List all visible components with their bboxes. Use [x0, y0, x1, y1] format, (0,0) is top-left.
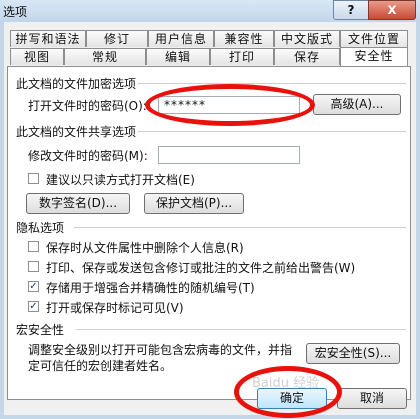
privacy-checkbox[interactable]: ✓ [28, 281, 39, 292]
macro-description-line1: 调整安全级别以打开可能包含宏病毒的文件，并指 [28, 343, 293, 357]
cancel-button[interactable]: 取消 [337, 388, 407, 409]
macro-description-line2: 定可信任的宏创建者姓名。 [28, 359, 173, 373]
advanced-button[interactable]: 高级(A)... [313, 94, 401, 115]
divider [74, 227, 406, 228]
protect-document-button[interactable]: 保护文档(P)... [144, 193, 244, 214]
watermark: Baidu 经验 [252, 376, 320, 391]
privacy-option-label: 打开或保存时标记可见(V) [46, 301, 184, 315]
privacy-option-label: 存储用于增强合并精确性的随机编号(T) [46, 281, 255, 295]
divider [138, 83, 406, 84]
macro-heading: 宏安全性 [16, 323, 65, 337]
modify-password-label: 修改文件时的密码(M): [28, 149, 148, 163]
tab-user-info[interactable]: 用户信息 [148, 30, 214, 47]
tab-file-locations[interactable]: 文件位置 [340, 30, 408, 47]
modify-password-field[interactable] [158, 146, 300, 164]
privacy-checkbox[interactable] [28, 261, 39, 272]
open-password-label: 打开文件时的密码(O): [28, 99, 147, 113]
encrypt-heading: 此文档的文件加密选项 [16, 77, 137, 91]
tab-compatibility[interactable]: 兼容性 [214, 30, 274, 47]
macro-security-button[interactable]: 宏安全性(S)... [306, 343, 400, 364]
security-panel: 此文档的文件加密选项 打开文件时的密码(O): ****** 高级(A)... … [7, 66, 411, 400]
tab-asian-typography[interactable]: 中文版式 [274, 30, 340, 47]
help-button[interactable]: ? [333, 0, 369, 20]
tab-spelling-grammar[interactable]: 拼写和语法 [10, 30, 86, 47]
ok-button[interactable]: 确定 [257, 388, 327, 409]
divider [76, 329, 406, 330]
privacy-checkbox[interactable]: ✓ [28, 301, 39, 312]
tab-view[interactable]: 视图 [10, 48, 64, 65]
open-password-field[interactable]: ****** [158, 96, 300, 114]
tab-general[interactable]: 常规 [64, 48, 146, 65]
title-bar: 选项 ? X [0, 0, 420, 22]
divider [138, 131, 406, 132]
privacy-heading: 隐私选项 [16, 221, 65, 235]
privacy-checkbox[interactable] [28, 241, 39, 252]
share-heading: 此文档的文件共享选项 [16, 125, 137, 139]
tab-edit[interactable]: 编辑 [146, 48, 210, 65]
window-title: 选项 [3, 5, 28, 19]
tab-save[interactable]: 保存 [274, 48, 340, 65]
close-button[interactable]: X [368, 0, 416, 20]
privacy-option-label: 保存时从文件属性中删除个人信息(R) [46, 241, 244, 255]
readonly-label: 建议以只读方式打开文档(E) [46, 173, 195, 187]
tab-print[interactable]: 打印 [210, 48, 274, 65]
tab-security[interactable]: 安全性 [340, 47, 408, 66]
readonly-checkbox[interactable] [28, 173, 39, 184]
privacy-option-label: 打印、保存或发送包含修订或批注的文件之前给出警告(W) [46, 261, 356, 275]
digital-signature-button[interactable]: 数字签名(D)... [26, 193, 130, 214]
tab-track-changes[interactable]: 修订 [86, 30, 148, 47]
dialog-body: 拼写和语法 修订 用户信息 兼容性 中文版式 文件位置 视图 常规 编辑 打印 … [4, 22, 416, 415]
